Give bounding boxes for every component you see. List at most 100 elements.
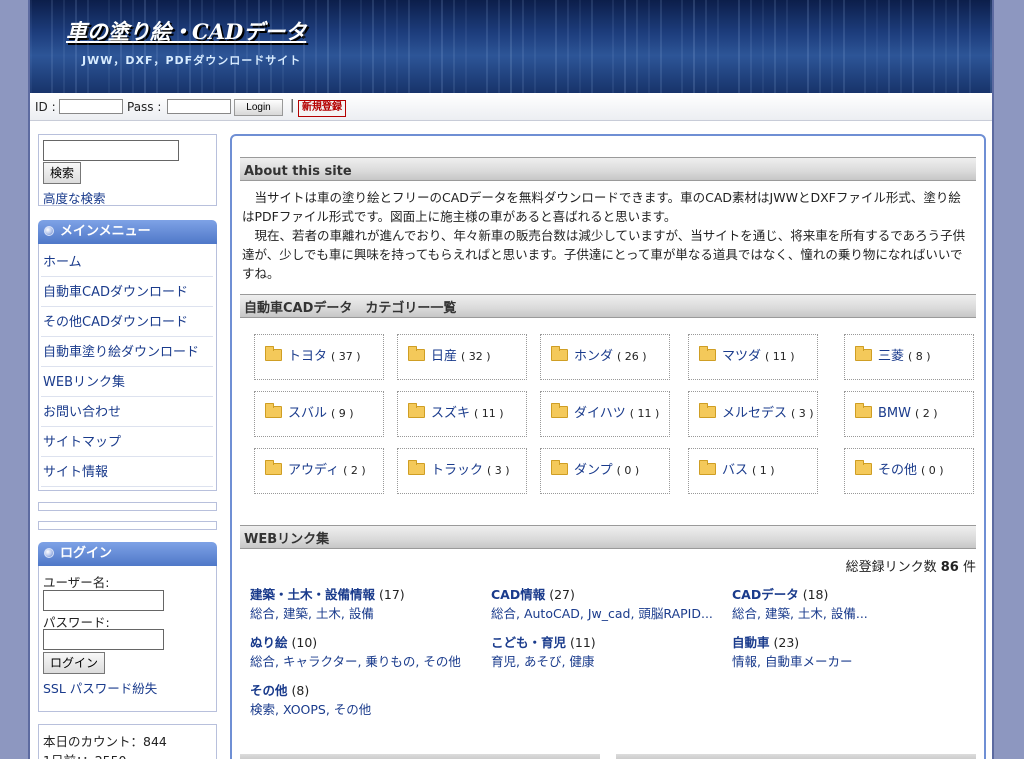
banner-texture bbox=[120, 0, 122, 93]
weblink-subcategories[interactable]: 情報, 自動車メーカー bbox=[732, 652, 972, 671]
weblink-subcategories[interactable]: 総合, キャラクター, 乗りもの, その他 bbox=[250, 652, 490, 671]
banner-texture bbox=[201, 0, 203, 93]
search-button[interactable]: 検索 bbox=[43, 162, 82, 184]
password-field[interactable] bbox=[43, 629, 164, 650]
category-name[interactable]: ダイハツ bbox=[574, 406, 626, 421]
category-name[interactable]: その他 bbox=[878, 463, 917, 478]
banner-texture bbox=[636, 0, 638, 93]
banner-texture bbox=[51, 0, 53, 93]
weblink-category-count: (27) bbox=[549, 587, 575, 602]
menu-item[interactable]: サイト情報 bbox=[41, 458, 213, 487]
bullet-icon bbox=[44, 226, 54, 236]
total-links-label: 総登録リンク数 bbox=[845, 560, 937, 575]
category-box[interactable]: スズキ ( 11 ) bbox=[397, 391, 527, 437]
login-block-header: ログイン bbox=[38, 542, 217, 566]
category-name[interactable]: 日産 bbox=[431, 349, 457, 364]
category-count: ( 3 ) bbox=[487, 464, 510, 477]
password-input[interactable] bbox=[167, 99, 231, 114]
category-box[interactable]: 三菱 ( 8 ) bbox=[844, 334, 974, 380]
category-name[interactable]: メルセデス bbox=[722, 406, 787, 421]
menu-item[interactable]: 自動車塗り絵ダウンロード bbox=[41, 338, 213, 367]
category-name[interactable]: スバル bbox=[288, 406, 327, 421]
category-name[interactable]: 三菱 bbox=[878, 349, 904, 364]
banner-texture bbox=[132, 0, 134, 93]
menu-item[interactable]: WEBリンク集 bbox=[41, 368, 213, 397]
separator: | bbox=[290, 98, 295, 113]
banner-texture bbox=[567, 0, 569, 93]
weblink-category-title[interactable]: その他 bbox=[250, 683, 288, 698]
weblink-category-title[interactable]: 建築・土木・設備情報 bbox=[250, 587, 375, 602]
category-box[interactable]: BMW ( 2 ) bbox=[844, 391, 974, 437]
category-count: ( 9 ) bbox=[331, 407, 354, 420]
category-box[interactable]: アウディ ( 2 ) bbox=[254, 448, 384, 494]
yesterday-count: 1日前：：2550 bbox=[43, 750, 127, 759]
register-link[interactable]: 新規登録 bbox=[298, 100, 346, 117]
weblink-category-count: (8) bbox=[291, 683, 310, 698]
weblink-category-count: (18) bbox=[802, 587, 829, 602]
main-menu-block: ホーム 自動車CADダウンロード その他CADダウンロード 自動車塗り絵ダウンロード W… bbox=[38, 244, 217, 491]
weblink-category-title[interactable]: CADデータ bbox=[732, 587, 799, 602]
top-login-button[interactable]: Login bbox=[234, 99, 283, 116]
category-name[interactable]: ダンプ bbox=[574, 463, 613, 478]
banner-texture bbox=[660, 0, 662, 93]
category-box[interactable]: ホンダ ( 26 ) bbox=[540, 334, 670, 380]
category-name[interactable]: スズキ bbox=[431, 406, 470, 421]
banner-texture bbox=[681, 0, 683, 93]
menu-item[interactable]: その他CADダウンロード bbox=[41, 308, 213, 337]
category-box[interactable]: スバル ( 9 ) bbox=[254, 391, 384, 437]
id-input[interactable] bbox=[59, 99, 123, 114]
weblink-subcategories[interactable]: 育児, あそび, 健康 bbox=[491, 652, 731, 671]
banner-texture bbox=[396, 0, 398, 93]
menu-item[interactable]: お問い合わせ bbox=[41, 398, 213, 427]
menu-item[interactable]: 自動車CADダウンロード bbox=[41, 278, 213, 307]
category-box[interactable]: 日産 ( 32 ) bbox=[397, 334, 527, 380]
category-heading: 自動車CADデータ カテゴリー一覧 bbox=[240, 294, 976, 318]
category-name[interactable]: バス bbox=[722, 463, 748, 478]
weblink-category-title[interactable]: こども・育児 bbox=[491, 635, 566, 650]
banner-texture bbox=[648, 0, 650, 93]
weblink-category-title[interactable]: CAD情報 bbox=[491, 587, 545, 602]
banner-texture bbox=[108, 0, 110, 93]
folder-icon bbox=[699, 346, 716, 361]
today-count: 本日のカウント：844 bbox=[43, 734, 167, 749]
login-button[interactable]: ログイン bbox=[43, 652, 106, 674]
banner-texture bbox=[957, 0, 959, 93]
banner-texture bbox=[717, 0, 719, 93]
category-box[interactable]: その他 ( 0 ) bbox=[844, 448, 974, 494]
category-count: ( 0 ) bbox=[921, 464, 944, 477]
banner-texture bbox=[303, 0, 305, 93]
category-box[interactable]: マツダ ( 11 ) bbox=[688, 334, 818, 380]
banner-texture bbox=[945, 0, 947, 93]
username-input[interactable] bbox=[43, 590, 164, 611]
category-box[interactable]: メルセデス ( 3 ) bbox=[688, 391, 818, 437]
search-input[interactable] bbox=[43, 140, 179, 161]
category-name[interactable]: ホンダ bbox=[574, 349, 613, 364]
menu-item[interactable]: サイトマップ bbox=[41, 428, 213, 457]
category-name[interactable]: アウディ bbox=[288, 463, 339, 478]
advanced-search-link[interactable]: 高度な検索 bbox=[43, 188, 106, 207]
weblink-subcategories[interactable]: 総合, 建築, 土木, 設備... bbox=[732, 604, 972, 623]
category-box[interactable]: トヨタ ( 37 ) bbox=[254, 334, 384, 380]
total-links-unit: 件 bbox=[962, 560, 976, 575]
weblink-category-title[interactable]: 自動車 bbox=[732, 635, 770, 650]
category-name[interactable]: トヨタ bbox=[288, 349, 327, 364]
weblink-subcategories[interactable]: 総合, 建築, 土木, 設備 bbox=[250, 604, 490, 623]
banner-texture bbox=[498, 0, 500, 93]
category-name[interactable]: トラック bbox=[431, 463, 483, 478]
banner-texture bbox=[87, 0, 89, 93]
weblink-category-count: (11) bbox=[570, 635, 596, 650]
ssl-password-lost-link[interactable]: SSL パスワード紛失 bbox=[43, 678, 157, 697]
weblink-subcategories[interactable]: 総合, AutoCAD, Jw_cad, 頭脳RAPID... bbox=[491, 604, 731, 623]
weblink-subcategories[interactable]: 検索, XOOPS, その他 bbox=[250, 700, 490, 719]
menu-item[interactable]: ホーム bbox=[41, 248, 213, 277]
weblink-category-title[interactable]: ぬり絵 bbox=[250, 635, 288, 650]
banner-texture bbox=[282, 0, 284, 93]
banner-texture bbox=[258, 0, 260, 93]
category-name[interactable]: マツダ bbox=[722, 349, 761, 364]
category-box[interactable]: バス ( 1 ) bbox=[688, 448, 818, 494]
category-box[interactable]: ダイハツ( 11 ) bbox=[540, 391, 670, 437]
category-name[interactable]: BMW bbox=[878, 406, 911, 421]
folder-icon bbox=[551, 346, 568, 361]
category-box[interactable]: トラック ( 3 ) bbox=[397, 448, 527, 494]
category-box[interactable]: ダンプ( 0 ) bbox=[540, 448, 670, 494]
